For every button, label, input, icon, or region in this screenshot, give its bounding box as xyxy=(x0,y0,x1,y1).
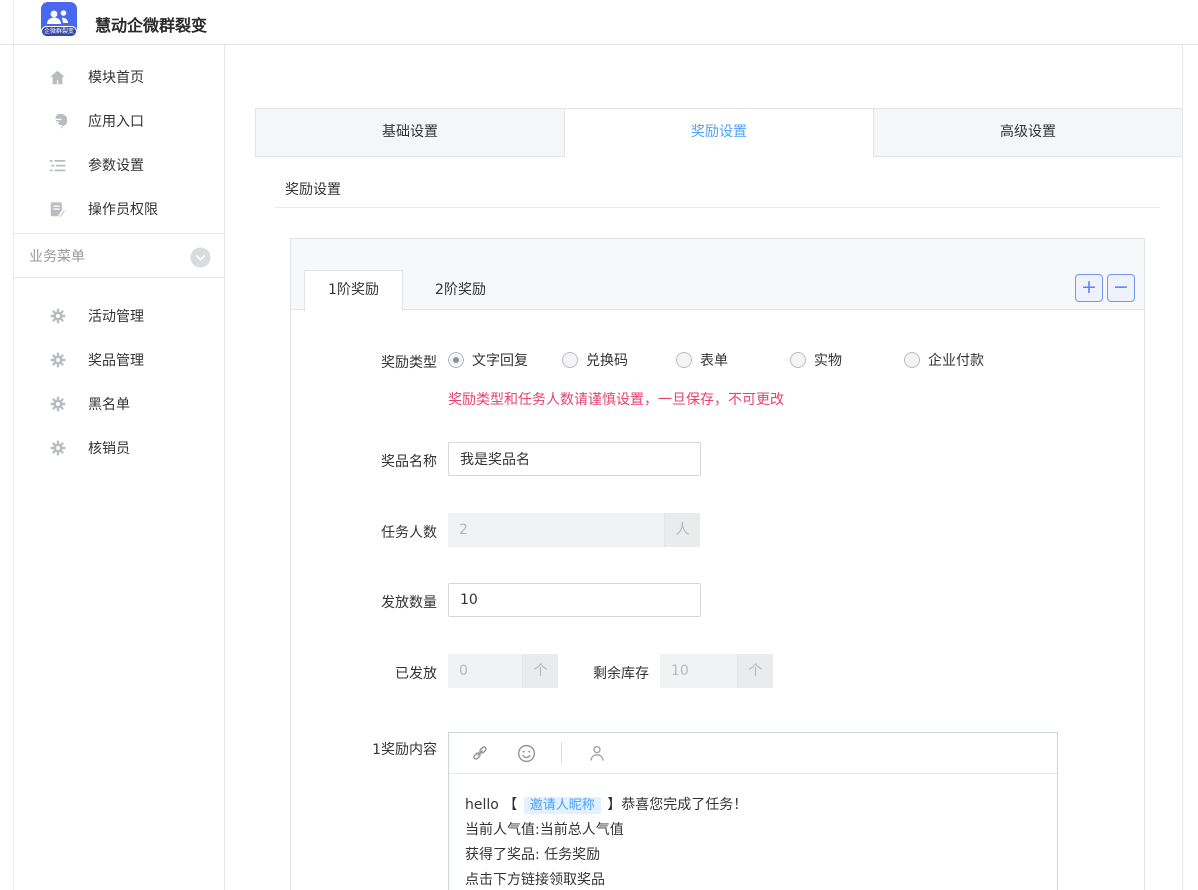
issued-value: 0 xyxy=(448,654,522,688)
sidebar-item-module-home[interactable]: 模块首页 xyxy=(14,55,224,99)
tab-reward-settings[interactable]: 奖励设置 xyxy=(565,109,874,157)
panel-header: 奖励设置 xyxy=(275,165,1160,208)
stock-label: 剩余库存 xyxy=(549,663,649,683)
sidebar-item-label: 活动管理 xyxy=(88,306,144,326)
editor-toolbar xyxy=(449,733,1057,774)
task-count-unit: 人 xyxy=(664,513,700,547)
home-icon xyxy=(48,68,67,87)
sidebar-item-label: 模块首页 xyxy=(88,67,144,87)
gear-icon xyxy=(48,351,67,370)
message-line-4: 点击下方链接领取奖品 xyxy=(465,868,1041,890)
chevron-down-icon[interactable] xyxy=(190,247,211,268)
radio-corporate-payment[interactable]: 企业付款 xyxy=(904,350,1018,370)
task-count-label: 任务人数 xyxy=(337,522,437,542)
inviter-nickname-tag[interactable]: 邀请人昵称 xyxy=(524,797,601,814)
reward-type-label: 奖励类型 xyxy=(337,352,437,372)
reward-type-radio-group: 文字回复 兑换码 表单 实物 企业付款 xyxy=(448,350,1018,370)
message-line-2: 当前人气值:当前总人气值 xyxy=(465,818,1041,843)
sidebar-item-prize-management[interactable]: 奖品管理 xyxy=(14,338,224,382)
task-count-value: 2 xyxy=(448,513,664,547)
gear-icon xyxy=(48,439,67,458)
stock-unit: 个 xyxy=(737,654,773,688)
radio-label: 表单 xyxy=(700,350,728,370)
reward-type-warning: 奖励类型和任务人数请谨慎设置，一旦保存，不可更改 xyxy=(448,389,784,409)
radio-text-reply[interactable]: 文字回复 xyxy=(448,350,562,370)
message-line-3: 获得了奖品: 任务奖励 xyxy=(465,843,1041,868)
stock-value: 10 xyxy=(660,654,737,688)
prize-name-input[interactable] xyxy=(448,442,701,476)
radio-redeem-code[interactable]: 兑换码 xyxy=(562,350,676,370)
radio-form[interactable]: 表单 xyxy=(676,350,790,370)
radio-label: 文字回复 xyxy=(472,350,528,370)
section-label: 业务菜单 xyxy=(29,246,85,266)
task-count-input-disabled: 2 人 xyxy=(448,513,700,547)
issued-input-disabled: 0 个 xyxy=(448,654,558,688)
radio-physical-item[interactable]: 实物 xyxy=(790,350,904,370)
radio-icon xyxy=(448,352,464,368)
reward-tier-tab-bar: 1阶奖励 2阶奖励 + − xyxy=(291,239,1144,310)
sidebar-item-operator-permissions[interactable]: 操作员权限 xyxy=(14,187,224,231)
sidebar-item-activity-management[interactable]: 活动管理 xyxy=(14,294,224,338)
toolbar-divider xyxy=(561,742,562,764)
reward-content-label: 1奖励内容 xyxy=(337,739,437,759)
sidebar-item-parameter-settings[interactable]: 参数设置 xyxy=(14,143,224,187)
gear-icon xyxy=(48,395,67,414)
tab-tier-2-reward[interactable]: 2阶奖励 xyxy=(403,271,518,309)
radio-icon xyxy=(562,352,578,368)
message-text: hello 【 xyxy=(465,797,522,813)
tab-basic-settings[interactable]: 基础设置 xyxy=(255,109,565,157)
sidebar-item-label: 核销员 xyxy=(88,438,130,458)
logo-badge: 企微群裂变 xyxy=(41,26,77,37)
sidebar-item-label: 参数设置 xyxy=(88,155,144,175)
radio-label: 兑换码 xyxy=(586,350,628,370)
editor-content[interactable]: hello 【 邀请人昵称 】恭喜您完成了任务！ 当前人气值:当前总人气值 获得… xyxy=(449,774,1057,890)
content-right-border xyxy=(1182,45,1183,890)
radio-icon xyxy=(790,352,806,368)
sidebar-item-label: 操作员权限 xyxy=(88,199,158,219)
gear-icon xyxy=(48,307,67,326)
emoji-icon[interactable] xyxy=(515,742,537,764)
add-tier-button[interactable]: + xyxy=(1075,274,1103,302)
panel-title: 奖励设置 xyxy=(285,179,1160,199)
settings-tab-bar: 基础设置 奖励设置 高级设置 xyxy=(255,108,1182,157)
sidebar-item-app-entry[interactable]: 应用入口 xyxy=(14,99,224,143)
issue-total-input[interactable] xyxy=(448,583,701,617)
radio-label: 实物 xyxy=(814,350,842,370)
sidebar-border xyxy=(224,45,225,890)
message-text: 】恭喜您完成了任务！ xyxy=(603,797,747,813)
reward-content-editor: hello 【 邀请人昵称 】恭喜您完成了任务！ 当前人气值:当前总人气值 获得… xyxy=(448,732,1058,890)
sidebar-item-verifier[interactable]: 核销员 xyxy=(14,426,224,470)
radio-label: 企业付款 xyxy=(928,350,984,370)
chat-icon xyxy=(48,112,67,131)
issue-total-label: 发放数量 xyxy=(337,592,437,612)
document-icon xyxy=(48,200,67,219)
sidebar-item-blacklist[interactable]: 黑名单 xyxy=(14,382,224,426)
issued-label: 已发放 xyxy=(337,663,437,683)
tab-advanced-settings[interactable]: 高级设置 xyxy=(874,109,1182,157)
link-icon[interactable] xyxy=(469,742,491,764)
remove-tier-button[interactable]: − xyxy=(1107,274,1135,302)
tab-tier-1-reward[interactable]: 1阶奖励 xyxy=(304,270,403,311)
app-window: 企微群裂变 慧动企微群裂变 模块首页 应用入口 参数设置 操作员权限 业务菜单 xyxy=(0,0,1198,890)
person-icon[interactable] xyxy=(586,742,608,764)
message-line-1: hello 【 邀请人昵称 】恭喜您完成了任务！ xyxy=(465,793,1041,818)
sidebar-item-label: 黑名单 xyxy=(88,394,130,414)
radio-icon xyxy=(904,352,920,368)
list-icon xyxy=(48,156,67,175)
prize-name-label: 奖品名称 xyxy=(337,451,437,471)
sidebar-item-label: 奖品管理 xyxy=(88,350,144,370)
radio-icon xyxy=(676,352,692,368)
app-title: 慧动企微群裂变 xyxy=(95,12,207,36)
stock-input-disabled: 10 个 xyxy=(660,654,773,688)
sidebar-item-label: 应用入口 xyxy=(88,111,144,131)
